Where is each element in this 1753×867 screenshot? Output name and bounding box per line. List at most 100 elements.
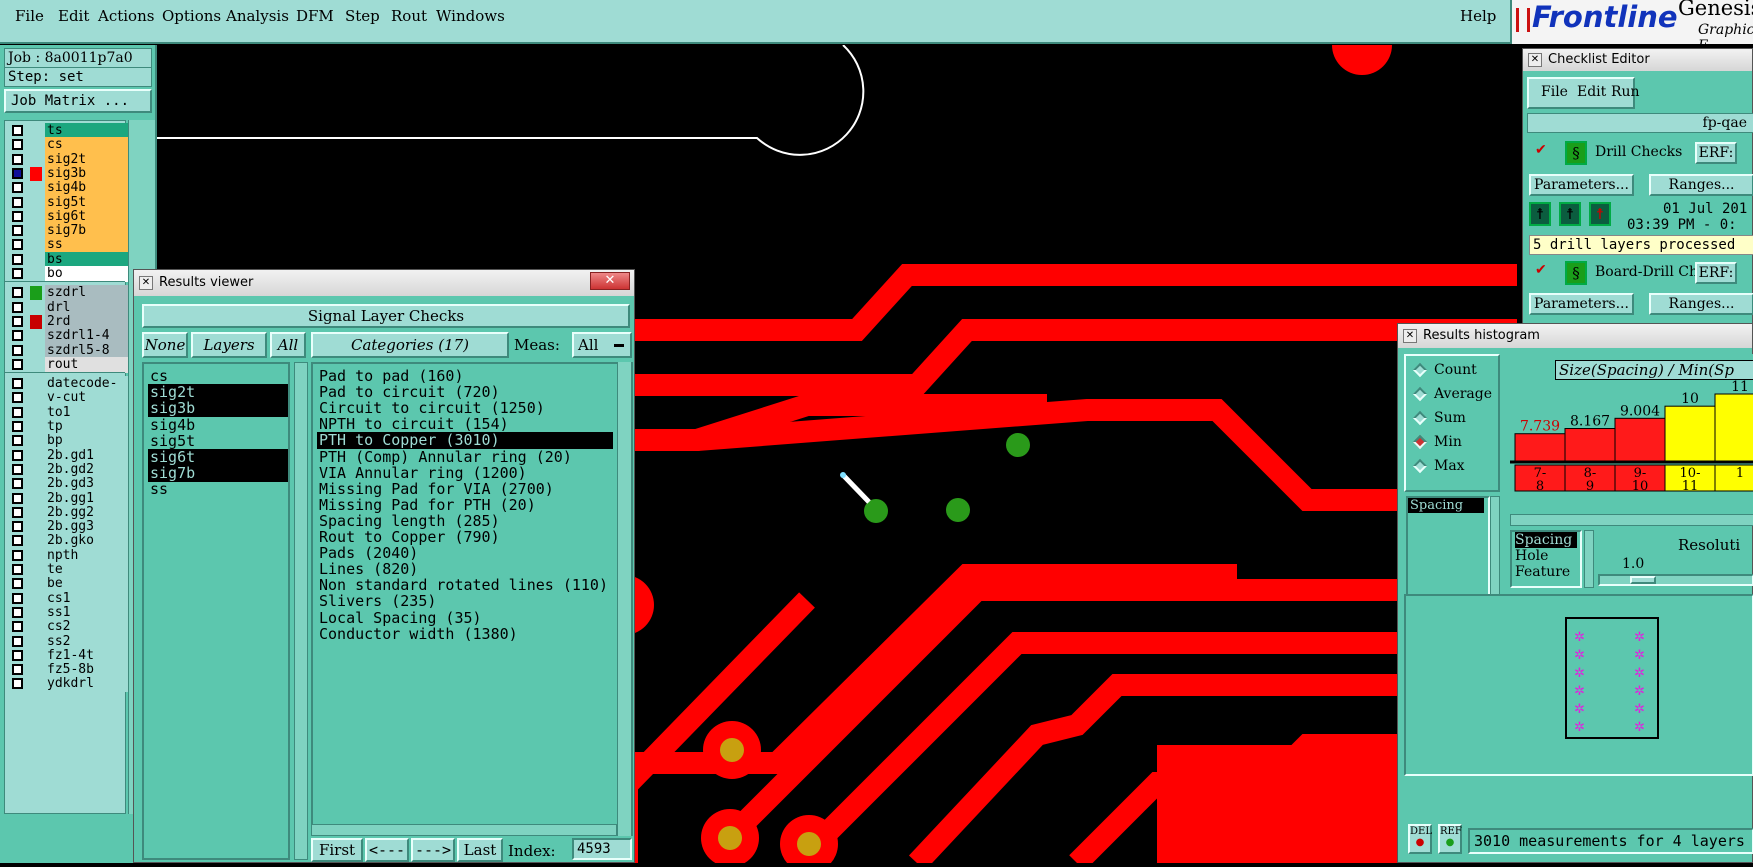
- layer-row[interactable]: ydkdrl: [7, 676, 129, 693]
- histogram-titlebar[interactable]: ✕ Results histogram: [1398, 324, 1752, 348]
- run-all-icon[interactable]: ☨: [1559, 202, 1581, 226]
- run-icon[interactable]: ☨: [1529, 202, 1551, 226]
- category-item[interactable]: PTH to Copper (3010): [317, 432, 613, 450]
- checklist-editor-titlebar[interactable]: ✕ Checklist Editor: [1523, 49, 1752, 71]
- mode-radio-max[interactable]: Max: [1412, 456, 1465, 478]
- menu-help[interactable]: Help: [1460, 7, 1496, 25]
- layer-checkbox[interactable]: [12, 392, 23, 404]
- histogram-bar[interactable]: [1664, 405, 1716, 462]
- ref-button-bottom[interactable]: REF ●: [1438, 824, 1462, 854]
- check2-erf-button[interactable]: ERF:: [1695, 262, 1737, 284]
- field-scrollbar[interactable]: [1490, 496, 1500, 604]
- layer-checkbox[interactable]: [12, 606, 23, 618]
- category-item[interactable]: Slivers (235): [317, 593, 613, 610]
- mode-radio-count[interactable]: Count: [1412, 360, 1477, 382]
- histogram-bar[interactable]: [1564, 428, 1616, 462]
- layer-checkbox[interactable]: [12, 153, 23, 165]
- meas-select[interactable]: All: [572, 332, 632, 358]
- categories-button[interactable]: Categories (17): [311, 332, 509, 358]
- layer-list-scrollbar[interactable]: [294, 362, 308, 860]
- layer-checkbox[interactable]: [12, 592, 23, 604]
- mode-radio-min[interactable]: Min: [1412, 432, 1462, 454]
- layer-checkbox[interactable]: [12, 635, 23, 647]
- layer-checkbox[interactable]: [12, 449, 23, 461]
- results-viewer-titlebar[interactable]: ✕ Results viewer ✕: [134, 270, 634, 296]
- layer-checkbox[interactable]: [12, 358, 23, 370]
- layer-checkbox[interactable]: [12, 287, 23, 299]
- layer-checkbox[interactable]: [12, 330, 23, 342]
- check2-parameters-button[interactable]: Parameters...: [1529, 293, 1634, 315]
- layer-checkbox[interactable]: [12, 649, 23, 661]
- menu-actions[interactable]: Actions: [98, 7, 154, 25]
- close-button[interactable]: ✕: [590, 272, 630, 290]
- layer-checkbox[interactable]: [12, 506, 23, 518]
- menu-analysis[interactable]: Analysis: [226, 7, 289, 25]
- attr-item[interactable]: Spacing: [1515, 532, 1577, 548]
- check2-ranges-button[interactable]: Ranges...: [1649, 293, 1753, 315]
- layer-checkbox[interactable]: [12, 139, 23, 151]
- menu-rout[interactable]: Rout: [391, 7, 427, 25]
- menu-edit[interactable]: Edit: [58, 7, 89, 25]
- layer-checkbox[interactable]: [12, 521, 23, 533]
- check1-erf-button[interactable]: ERF:: [1695, 142, 1737, 164]
- attribute-scrollbar[interactable]: [1584, 530, 1594, 588]
- category-item[interactable]: Local Spacing (35): [317, 610, 613, 627]
- category-item[interactable]: PTH (Comp) Annular ring (20): [317, 449, 613, 466]
- layer-checkbox[interactable]: [12, 535, 23, 547]
- attr-item[interactable]: Feature: [1515, 564, 1580, 580]
- mode-radio-sum[interactable]: Sum: [1412, 408, 1466, 430]
- result-layer-item[interactable]: sig3b: [148, 400, 288, 418]
- menu-options[interactable]: Options: [162, 7, 221, 25]
- category-scrollbar[interactable]: [617, 362, 631, 836]
- layer-checkbox[interactable]: [12, 463, 23, 475]
- job-matrix-button[interactable]: Job Matrix ...: [4, 89, 152, 113]
- next-button[interactable]: --->: [411, 838, 455, 862]
- layer-name[interactable]: bo: [45, 266, 129, 282]
- layer-checkbox[interactable]: [12, 478, 23, 490]
- layer-checkbox[interactable]: [12, 225, 23, 237]
- layer-checkbox[interactable]: [12, 406, 23, 418]
- prev-button[interactable]: <---: [365, 838, 409, 862]
- attribute-list[interactable]: Spacing Hole Feature: [1510, 530, 1582, 588]
- category-hscrollbar[interactable]: [311, 824, 617, 836]
- layer-checkbox[interactable]: [12, 268, 23, 279]
- layer-checkbox[interactable]: [12, 315, 23, 327]
- result-layer-item[interactable]: sig7b: [148, 465, 288, 483]
- layer-checkbox[interactable]: [12, 378, 23, 390]
- first-button[interactable]: First: [311, 838, 363, 862]
- layer-checkbox[interactable]: [12, 621, 23, 633]
- layer-checkbox[interactable]: [12, 578, 23, 590]
- layer-checkbox[interactable]: [12, 253, 23, 265]
- check-enabled-icon[interactable]: ✔: [1535, 263, 1549, 278]
- histogram-bar[interactable]: [1514, 433, 1566, 462]
- none-button[interactable]: None: [142, 332, 188, 358]
- category-item[interactable]: Conductor width (1380): [317, 626, 613, 643]
- layer-checkbox[interactable]: [12, 196, 23, 208]
- layer-checkbox[interactable]: [12, 167, 23, 179]
- layer-checkbox[interactable]: [12, 301, 23, 313]
- result-layer-item[interactable]: ss: [148, 481, 288, 498]
- layer-checkbox[interactable]: [12, 210, 23, 222]
- attr-item[interactable]: Hole: [1515, 548, 1580, 564]
- chart-hscrollbar[interactable]: [1510, 514, 1753, 526]
- layer-checkbox[interactable]: [12, 549, 23, 561]
- layer-checkbox[interactable]: [12, 421, 23, 432]
- field-list[interactable]: Spacing: [1406, 496, 1490, 604]
- field-item[interactable]: Spacing: [1408, 498, 1484, 513]
- results-layer-list[interactable]: cs sig2t sig3b sig4b sig5t sig6t sig7b ss: [142, 362, 290, 860]
- layer-checkbox[interactable]: [12, 344, 23, 356]
- layer-checkbox[interactable]: [12, 664, 23, 676]
- histogram-bar[interactable]: [1614, 417, 1666, 462]
- menu-step[interactable]: Step: [345, 7, 380, 25]
- menu-edit[interactable]: Edit: [1577, 84, 1606, 100]
- menu-run[interactable]: Run: [1611, 84, 1640, 100]
- layer-checkbox[interactable]: [12, 678, 23, 690]
- index-input[interactable]: 4593: [572, 838, 632, 860]
- layer-row[interactable]: rout: [7, 356, 129, 373]
- layer-checkbox[interactable]: [12, 125, 23, 136]
- check1-ranges-button[interactable]: Ranges...: [1649, 174, 1753, 196]
- menu-dfm[interactable]: DFM: [296, 7, 334, 25]
- stop-icon[interactable]: ☨: [1589, 202, 1611, 226]
- layer-checkbox[interactable]: [12, 435, 23, 447]
- layer-checkbox[interactable]: [12, 492, 23, 504]
